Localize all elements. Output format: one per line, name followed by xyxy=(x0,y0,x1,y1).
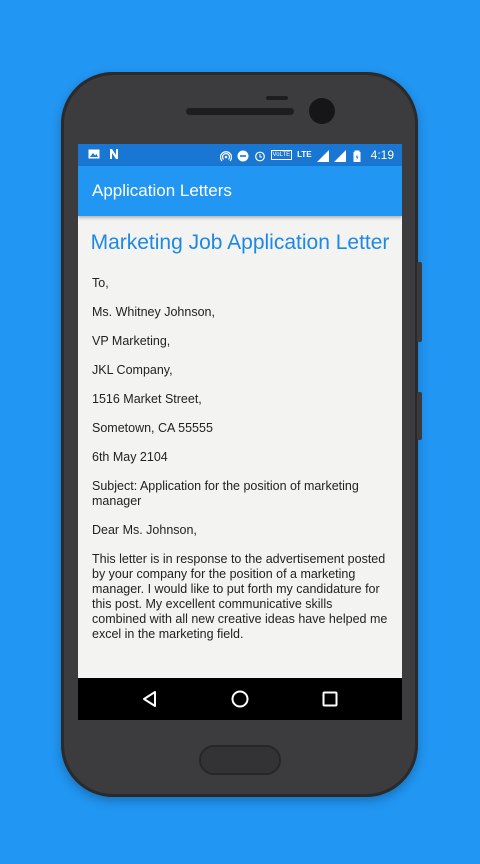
status-bar: VoLTE LTE 4:19 xyxy=(78,144,402,166)
letter-line: Dear Ms. Johnson, xyxy=(92,523,197,537)
front-camera xyxy=(309,98,335,124)
letter-line: This letter is in response to the advert… xyxy=(92,552,388,641)
volume-button xyxy=(417,392,422,440)
letter-body: To, Ms. Whitney Johnson, VP Marketing, J… xyxy=(78,256,402,642)
lte-indicator: LTE xyxy=(297,150,312,159)
letter-line: Ms. Whitney Johnson, xyxy=(92,305,215,319)
letter-line: Sometown, CA 55555 xyxy=(92,421,213,435)
clock: 4:19 xyxy=(370,148,394,162)
app-title: Application Letters xyxy=(92,181,232,200)
do-not-disturb-icon xyxy=(237,149,249,162)
volte-indicator: VoLTE xyxy=(270,150,293,160)
hardware-home-button[interactable] xyxy=(199,745,281,775)
signal-icon xyxy=(316,149,329,162)
letter-line: 6th May 2104 xyxy=(92,450,168,464)
screen: VoLTE LTE 4:19 Application Letters Marke… xyxy=(78,144,402,720)
image-icon xyxy=(88,147,100,159)
letter-line: Subject: Application for the position of… xyxy=(92,479,359,508)
battery-icon xyxy=(351,149,363,162)
letter-line: 1516 Market Street, xyxy=(92,392,202,406)
letter-content[interactable]: Marketing Job Application Letter To, Ms.… xyxy=(78,216,402,678)
letter-title: Marketing Job Application Letter xyxy=(90,231,390,254)
signal-2-icon xyxy=(333,149,346,162)
letter-line: VP Marketing, xyxy=(92,334,171,348)
letter-line: To, xyxy=(92,276,109,290)
n-notification-icon xyxy=(108,147,120,159)
alarm-icon xyxy=(254,149,266,162)
power-button xyxy=(417,262,422,342)
recents-icon[interactable] xyxy=(319,688,341,710)
navigation-bar xyxy=(78,678,402,720)
back-icon[interactable] xyxy=(139,688,161,710)
app-bar: Application Letters xyxy=(78,166,402,216)
sensor xyxy=(266,96,288,100)
hotspot-icon xyxy=(219,149,232,162)
letter-line: JKL Company, xyxy=(92,363,173,377)
home-icon[interactable] xyxy=(229,688,251,710)
earpiece-speaker xyxy=(186,108,294,115)
